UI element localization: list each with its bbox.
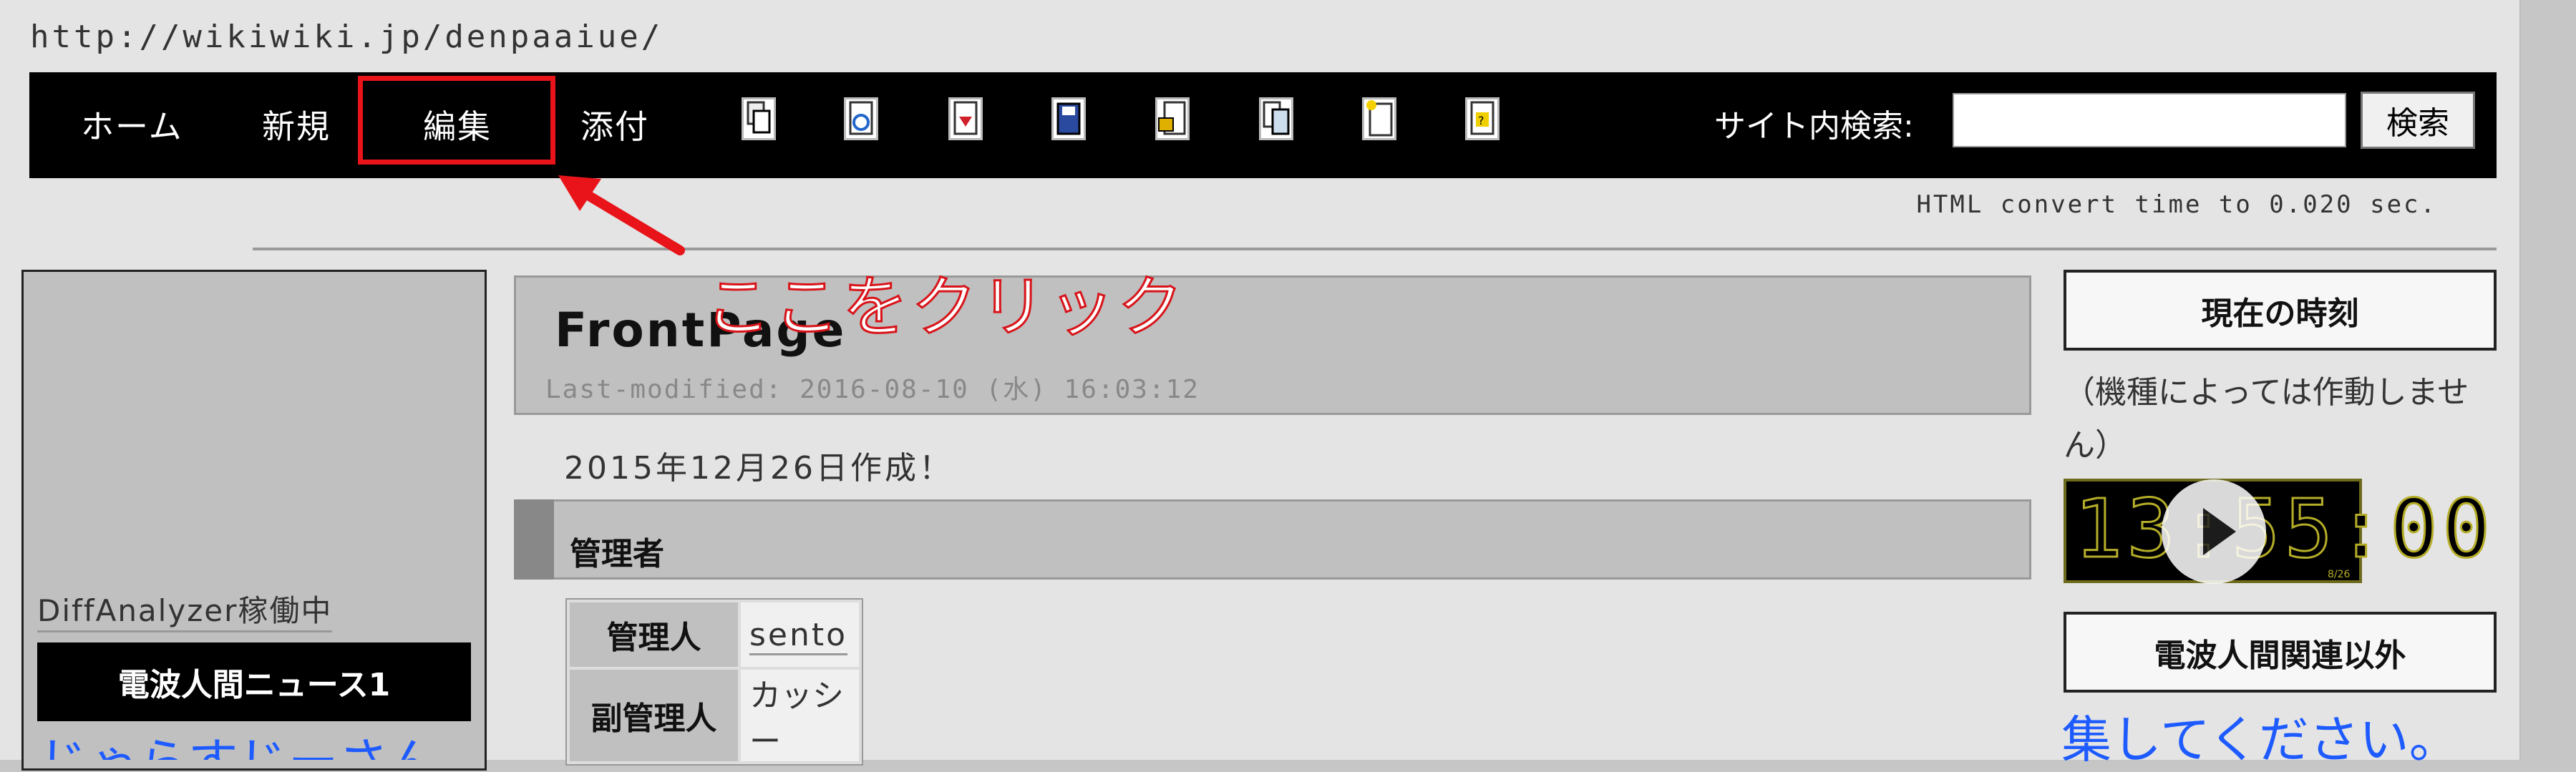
clock-note: （機種によっては作動しません）: [2064, 374, 2469, 464]
role-cell: 副管理人: [570, 670, 738, 761]
site-url[interactable]: http://wikiwiki.jp/denpaaiue/: [30, 19, 663, 55]
search-label: サイト内検索:: [1714, 108, 1914, 145]
name-cell: sento: [741, 602, 859, 667]
table-row: 管理人 sento: [570, 602, 859, 667]
page-body: http://wikiwiki.jp/denpaaiue/ ホーム 新規 編集 …: [0, 0, 2521, 771]
download-icon[interactable]: [948, 97, 983, 140]
edit-instruction-link[interactable]: 集してください。: [2061, 700, 2459, 772]
nav-attach[interactable]: 添付: [580, 101, 649, 148]
arrow-icon: [558, 175, 685, 255]
table-row: 副管理人 カッシー: [570, 670, 859, 761]
news-ticker[interactable]: じゃらすじーさん: [39, 719, 471, 760]
section-header-bar: [514, 499, 554, 580]
name-cell: カッシー: [741, 670, 859, 761]
nav-home[interactable]: ホーム: [81, 101, 183, 148]
svg-text:?: ?: [1478, 114, 1484, 127]
news-title: 電波人間ニュース1: [37, 642, 471, 721]
other-topics-box: 電波人間関連以外: [2064, 612, 2497, 693]
clock-date: 8/26: [2328, 569, 2351, 580]
clock-digits: 13:55:00: [2073, 483, 2495, 576]
last-modified-text: Last-modified: 2016-08-10 (水) 16:03:12: [545, 375, 1200, 404]
nav-new[interactable]: 新規: [262, 101, 331, 148]
copy-page-icon[interactable]: [742, 97, 776, 140]
help-icon[interactable]: ?: [1465, 97, 1500, 140]
admin-table: 管理人 sento 副管理人 カッシー: [565, 598, 863, 766]
section-title: 管理者: [570, 536, 664, 572]
save-icon[interactable]: [1051, 97, 1086, 140]
clock-title-box: 現在の時刻: [2064, 270, 2497, 351]
diff-analyzer-label[interactable]: DiffAnalyzer稼働中: [37, 587, 333, 632]
section-header: [514, 499, 2031, 580]
new-page-icon[interactable]: [1362, 97, 1396, 140]
created-date-text: 2015年12月26日作成！: [564, 450, 953, 487]
convert-time-text: HTML convert time to 0.020 sec.: [1916, 190, 2437, 219]
play-button[interactable]: [2162, 479, 2266, 584]
search-button[interactable]: 検索: [2361, 92, 2475, 149]
reload-icon[interactable]: [844, 97, 878, 140]
edit-highlight-box: [358, 76, 555, 165]
lock-icon[interactable]: [1155, 97, 1190, 140]
play-icon: [2203, 508, 2236, 555]
admin-name-link[interactable]: sento: [749, 616, 848, 655]
search-input[interactable]: [1953, 93, 2346, 147]
click-here-annotation: ここをクリック: [704, 268, 1187, 347]
role-cell: 管理人: [570, 602, 738, 667]
duplicate-icon[interactable]: [1259, 97, 1293, 140]
